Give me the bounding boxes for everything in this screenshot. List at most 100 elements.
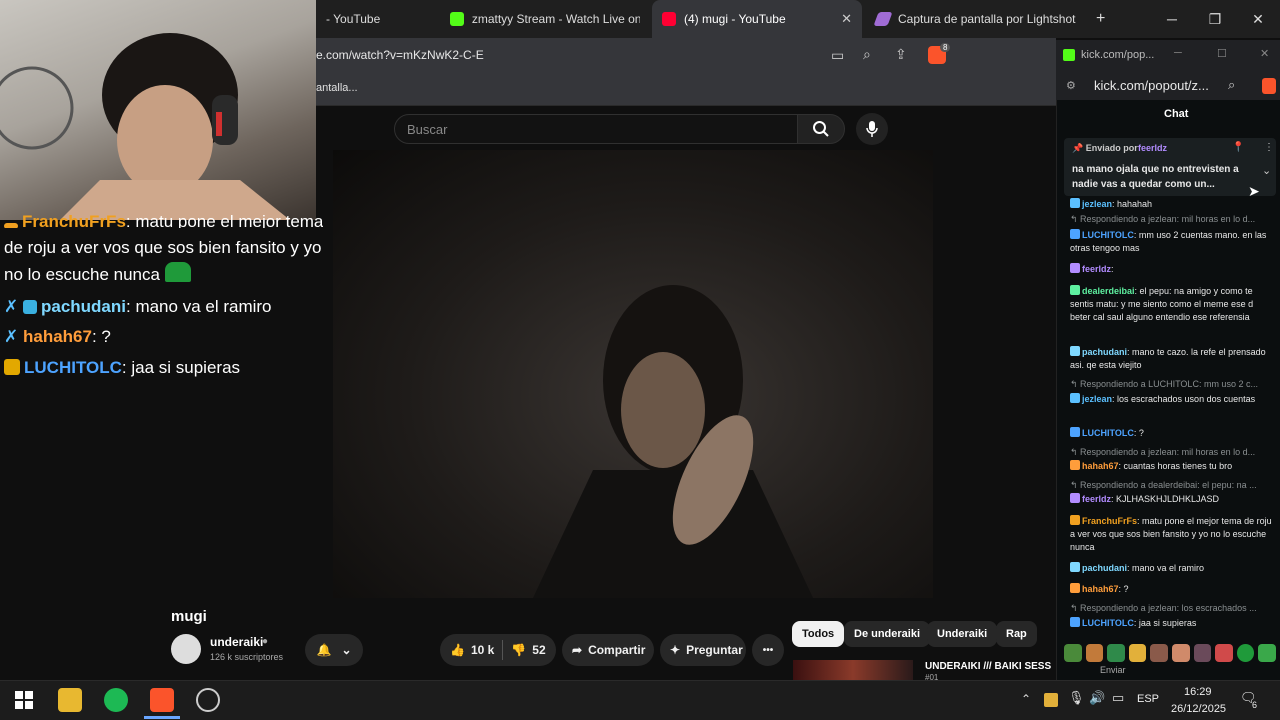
chat-username[interactable]: pachudani (1082, 347, 1127, 357)
new-tab-button[interactable]: + (1086, 0, 1114, 38)
obs-studio-icon[interactable] (196, 688, 220, 712)
chat-message[interactable]: feerldz: (1070, 263, 1274, 276)
kick-maximize-button[interactable]: ☐ (1217, 47, 1227, 60)
chat-message[interactable]: pachudani: mano va el ramiro (1070, 562, 1274, 575)
like-count[interactable]: 10 k (471, 643, 494, 657)
cast-icon[interactable]: ▭ (831, 47, 844, 64)
related-video-title[interactable]: UNDERAIKI /// BAIKI SESS (925, 661, 1051, 672)
subscribe-bell-button[interactable]: 🔔 ⌄ (305, 634, 363, 666)
chip-todos[interactable]: Todos (792, 621, 845, 647)
chat-message[interactable]: jezlean: los escrachados uson dos cuenta… (1070, 393, 1274, 406)
volume-icon[interactable]: 🔊 (1089, 690, 1105, 706)
chat-username[interactable]: LUCHITOLC (1082, 230, 1134, 240)
pin-icon[interactable]: 📍 (1232, 142, 1244, 153)
send-button[interactable]: Enviar (1100, 665, 1126, 675)
chat-message[interactable]: feerldz: KJLHASKHJLDHKLJASD (1070, 493, 1274, 506)
chat-username[interactable]: LUCHITOLC (1082, 428, 1134, 438)
tab-mugi-youtube[interactable]: (4) mugi - YouTube ✕ (652, 0, 862, 38)
emote-icon[interactable] (1064, 644, 1082, 662)
dislike-count[interactable]: 52 (532, 643, 545, 657)
tab-lightshot[interactable]: Captura de pantalla por Lightshot (866, 0, 1086, 38)
pinned-message[interactable]: 📌 Enviado por feerldz 📍 ⋮ na mano ojala … (1064, 138, 1276, 196)
share-icon[interactable]: ⇪ (895, 46, 907, 63)
chat-text: : mano va el ramiro (1127, 563, 1205, 573)
search-input[interactable]: Buscar (394, 114, 798, 144)
chat-username[interactable]: pachudani (1082, 563, 1127, 573)
kick-brave-shield-icon[interactable] (1262, 78, 1276, 94)
chat-username[interactable]: FranchuFrFs (1082, 516, 1137, 526)
kick-url[interactable]: kick.com/popout/z... (1094, 78, 1209, 93)
dislike-icon[interactable]: 👎 (511, 643, 526, 657)
chat-message[interactable]: LUCHITOLC: mm uso 2 cuentas mano. en las… (1070, 229, 1274, 255)
user-badge-icon (1070, 393, 1080, 403)
clock-time[interactable]: 16:29 (1184, 686, 1212, 698)
related-video-thumbnail[interactable] (793, 660, 913, 680)
emote-icon[interactable] (1128, 644, 1147, 662)
voice-search-button[interactable] (856, 113, 888, 145)
more-vertical-icon[interactable]: ⋮ (1264, 142, 1274, 153)
chat-username[interactable]: jezlean (1082, 199, 1112, 209)
microphone-tray-icon[interactable]: 🎙 (1068, 690, 1085, 706)
chat-message[interactable]: hahah67: ? (1070, 583, 1274, 596)
kick-close-button[interactable]: ✕ (1260, 47, 1269, 60)
chat-message[interactable]: FranchuFrFs: matu pone el mejor tema de … (1070, 515, 1274, 555)
more-actions-button[interactable]: ••• (752, 634, 784, 666)
chat-message[interactable]: LUCHITOLC: jaa si supieras (1070, 617, 1274, 630)
emote-icon[interactable] (1150, 644, 1168, 662)
share-arrow-icon: ➦ (572, 643, 583, 657)
maximize-button[interactable]: ❐ (1193, 0, 1237, 38)
chat-username[interactable]: hahah67 (1082, 461, 1119, 471)
emote-icon[interactable] (1171, 644, 1190, 662)
brave-browser-icon[interactable] (150, 688, 174, 712)
like-icon[interactable]: 👍 (450, 643, 465, 657)
chat-message[interactable]: jezlean: hahahah (1070, 198, 1274, 211)
language-indicator[interactable]: ESP (1137, 693, 1159, 705)
chat-message[interactable]: dealerdeibai: el pepu: na amigo y como t… (1070, 285, 1274, 329)
chat-username[interactable]: hahah67 (1082, 584, 1119, 594)
chat-message[interactable]: pachudani: mano te cazo. la refe el pren… (1070, 346, 1274, 372)
chip-rap[interactable]: Rap (996, 621, 1037, 647)
chat-username[interactable]: dealerdeibai (1082, 286, 1135, 296)
share-button[interactable]: ➦ Compartir (562, 634, 654, 666)
close-window-button[interactable]: ✕ (1236, 0, 1280, 38)
ask-button[interactable]: ✦ Preguntar (660, 634, 746, 666)
tray-app-icon[interactable] (1044, 693, 1058, 707)
channel-name[interactable]: underaiki (210, 635, 263, 649)
chip-de-underaiki[interactable]: De underaiki (844, 621, 931, 647)
minimize-button[interactable]: ─ (1150, 0, 1194, 38)
chat-message[interactable]: LUCHITOLC: ? (1070, 427, 1274, 440)
tab-kick-stream[interactable]: zmattyy Stream - Watch Live on K (440, 0, 650, 38)
bookmark-item[interactable]: antalla... (316, 82, 358, 94)
address-bar[interactable]: e.com/watch?v=mKzNwK2-C-E (316, 48, 484, 62)
network-icon[interactable]: ▭ (1112, 690, 1124, 706)
chat-message[interactable]: hahah67: cuantas horas tienes tu bro (1070, 460, 1274, 473)
emote-icon[interactable] (1236, 644, 1255, 662)
video-frame-person (533, 285, 813, 598)
kick-zoom-icon[interactable]: ⌕ (1228, 77, 1235, 93)
channel-avatar[interactable] (171, 634, 201, 664)
tab-youtube-1[interactable]: - YouTube (316, 0, 436, 38)
chevron-up-icon[interactable]: ⌃ (1021, 692, 1031, 706)
chat-username[interactable]: feerldz (1082, 264, 1111, 274)
search-button[interactable] (797, 114, 845, 144)
kick-logo-icon (1063, 49, 1075, 61)
chat-username[interactable]: feerldz (1082, 494, 1111, 504)
video-player[interactable] (333, 150, 933, 598)
site-settings-icon[interactable]: ⚙ (1066, 79, 1076, 92)
close-tab-icon[interactable]: ✕ (841, 11, 852, 27)
file-explorer-icon[interactable] (58, 688, 82, 712)
zoom-icon[interactable]: ⌕ (863, 46, 871, 63)
emote-icon[interactable] (1258, 644, 1276, 662)
kick-minimize-button[interactable]: ─ (1174, 47, 1182, 59)
emote-icon[interactable] (1107, 644, 1125, 662)
chevron-down-icon[interactable]: ⌄ (1262, 164, 1271, 177)
emote-icon[interactable] (1215, 644, 1233, 662)
chat-username[interactable]: LUCHITOLC (1082, 618, 1134, 628)
spotify-icon[interactable] (104, 688, 128, 712)
chat-username[interactable]: jezlean (1082, 394, 1112, 404)
windows-start-icon[interactable] (12, 688, 36, 712)
chip-underaiki[interactable]: Underaiki (927, 621, 998, 647)
emote-icon[interactable] (1193, 644, 1212, 662)
clock-date[interactable]: 26/12/2025 (1171, 703, 1226, 715)
emote-icon[interactable] (1085, 644, 1104, 662)
